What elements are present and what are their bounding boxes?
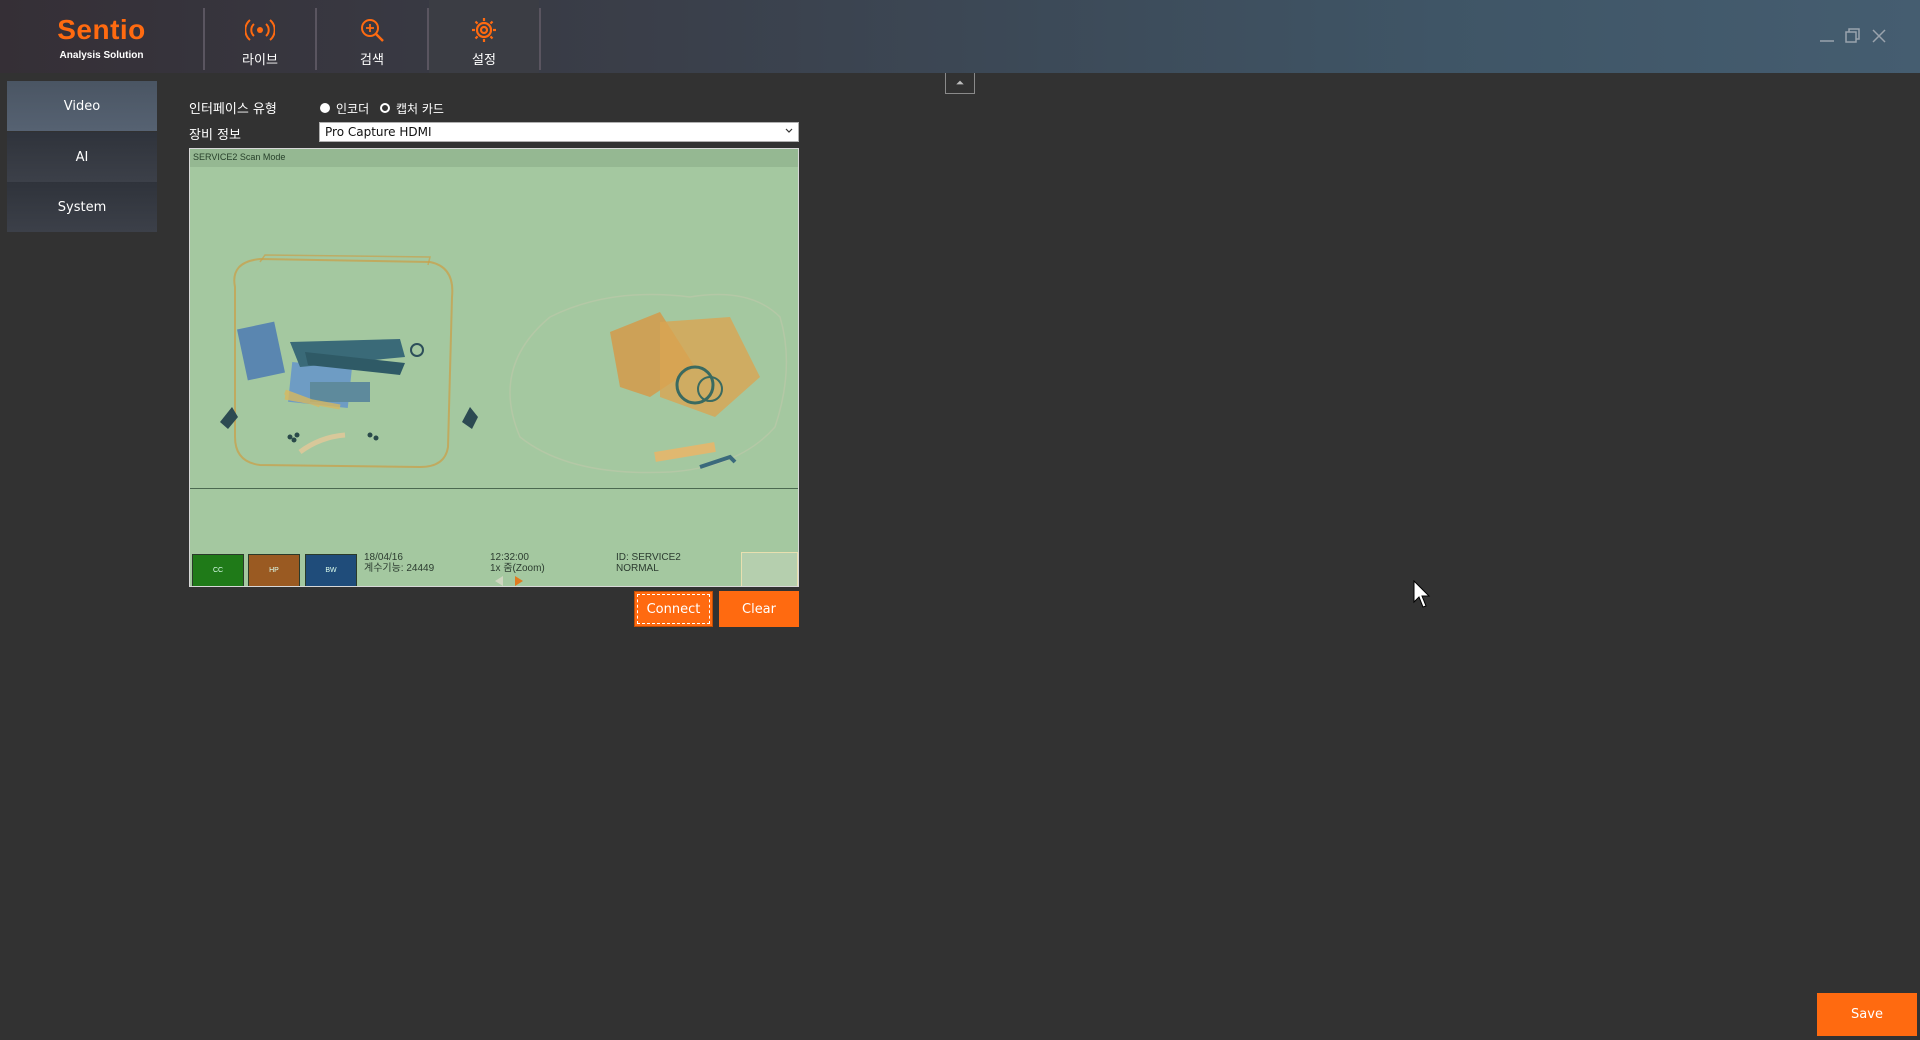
- gear-icon: [472, 18, 496, 42]
- tab-live[interactable]: 라이브: [205, 0, 315, 73]
- radio-encoder[interactable]: 인코더: [320, 101, 370, 116]
- scan-status: NORMAL: [616, 563, 659, 574]
- minimize-icon[interactable]: [1817, 26, 1837, 46]
- sidebar-item-label: AI: [75, 149, 89, 165]
- xray-scan-image: [220, 254, 788, 474]
- radio-capture-card[interactable]: 캡처 카드: [380, 101, 444, 116]
- collapse-header-button[interactable]: [945, 73, 975, 94]
- mouse-cursor-icon: [1413, 580, 1431, 608]
- radio-capture-card-dot: [380, 103, 390, 113]
- nav-divider: [539, 8, 541, 70]
- brand-subtitle: Analysis Solution: [59, 50, 144, 61]
- scan-counter: 계수기능: 24449: [364, 563, 435, 574]
- scan-thumbnail: [741, 552, 798, 586]
- sidebar-item-video[interactable]: Video: [7, 81, 157, 131]
- radio-capture-card-label: 캡처 카드: [396, 101, 444, 116]
- search-icon: [361, 19, 384, 42]
- preview-header: SERVICE2 Scan Mode: [190, 149, 798, 167]
- scan-line: [190, 488, 798, 489]
- mode-hp-button: HP: [248, 554, 300, 586]
- chevron-up-icon: [956, 80, 964, 85]
- sidebar-item-ai[interactable]: AI: [7, 132, 157, 182]
- sidebar-item-label: Video: [63, 98, 101, 114]
- preview-status-bar: CC HP BW 18/04/16 계수기능: 24449 12:32:00 1…: [190, 550, 798, 586]
- clear-button[interactable]: Clear: [719, 591, 799, 627]
- mode-bw-button: BW: [305, 554, 357, 586]
- device-select-value: Pro Capture HDMI: [325, 125, 432, 139]
- device-select[interactable]: Pro Capture HDMI: [319, 122, 799, 142]
- tab-search-label: 검색: [360, 53, 384, 68]
- radio-encoder-label: 인코더: [336, 101, 370, 116]
- tab-settings[interactable]: 설정: [429, 0, 539, 73]
- tab-live-label: 라이브: [242, 53, 278, 68]
- connect-button[interactable]: Connect: [634, 591, 713, 627]
- scroll-arrows-icon: [495, 576, 523, 586]
- sidebar-item-system[interactable]: System: [7, 182, 157, 232]
- save-button[interactable]: Save: [1817, 993, 1917, 1036]
- device-info-label: 장비 정보: [189, 128, 241, 143]
- interface-type-label: 인터페이스 유형: [189, 102, 277, 117]
- scan-zoom: 1x 줌(Zoom): [490, 563, 545, 574]
- chevron-down-icon: [785, 128, 793, 133]
- tab-search[interactable]: 검색: [317, 0, 427, 73]
- restore-icon[interactable]: [1843, 26, 1863, 46]
- sidebar-item-label: System: [57, 199, 107, 215]
- tab-settings-label: 설정: [472, 53, 496, 68]
- brand-name: Sentio: [57, 14, 146, 45]
- video-preview: SERVICE2 Scan Mode CC HP BW 18/04/16 계수기…: [189, 148, 799, 587]
- brand-logo: Sentio Analysis Solution: [0, 0, 203, 73]
- close-icon[interactable]: [1869, 26, 1889, 46]
- radio-encoder-dot: [320, 103, 330, 113]
- live-broadcast-icon: [245, 19, 275, 41]
- app-header: Sentio Analysis Solution 라이브 검색 설정: [0, 0, 1920, 73]
- mode-cc-button: CC: [192, 554, 244, 586]
